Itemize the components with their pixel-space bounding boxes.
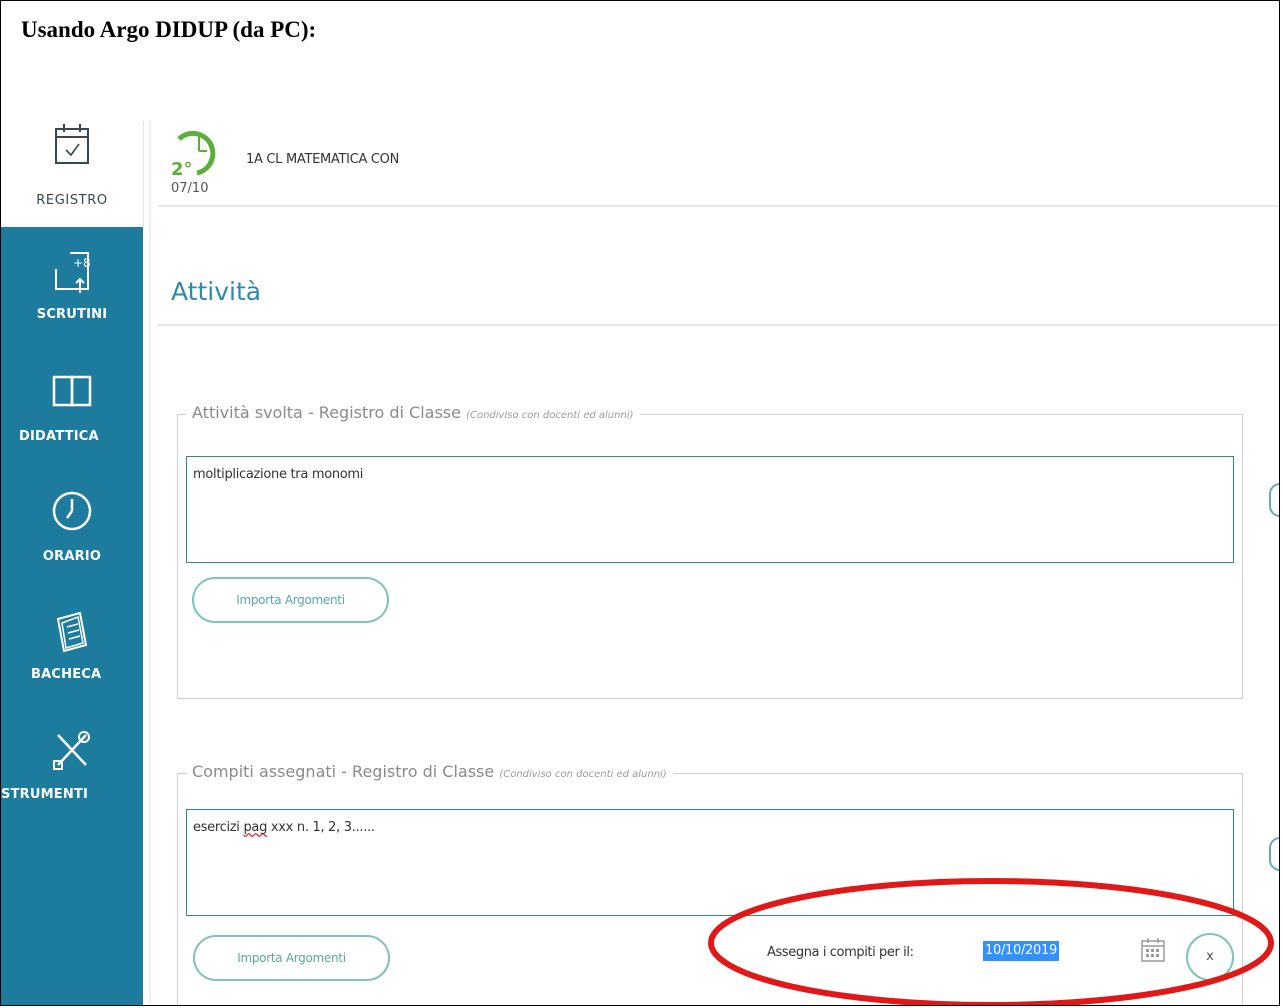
notice-board-icon: [56, 611, 88, 653]
lesson-date: 07/10: [171, 181, 209, 196]
sidebar: +8 SCRUTINI DIDATTICA ORARIO BACHECA STR…: [1, 227, 143, 1005]
section-title: Attività: [171, 277, 262, 306]
activity-legend: Attività svolta - Registro di Classe (Co…: [186, 403, 640, 422]
calendar-check-icon: [55, 124, 89, 164]
content-divider: [149, 121, 151, 1005]
sidebar-item-label: SCRUTINI: [36, 307, 108, 322]
sidebar-item-strumenti[interactable]: STRUMENTI: [1, 727, 143, 802]
grades-plus-icon: +8: [55, 252, 91, 293]
document-frame: Usando Argo DIDUP (da PC): REGISTRO +8 S…: [0, 0, 1280, 1006]
activity-textarea[interactable]: moltiplicazione tra monomi: [186, 456, 1234, 563]
clock-icon: [52, 491, 92, 531]
sidebar-item-label: ORARIO: [42, 549, 102, 564]
sidebar-item-label: DIDATTICA: [19, 429, 99, 444]
sidebar-item-bacheca[interactable]: BACHECA: [1, 609, 143, 682]
svg-text:2°: 2°: [171, 159, 193, 180]
section-divider: [158, 324, 1279, 326]
sidebar-item-label: REGISTRO: [36, 193, 108, 208]
tools-icon: [53, 731, 90, 770]
highlight-ellipse: [708, 878, 1274, 1005]
document-heading: Usando Argo DIDUP (da PC):: [21, 17, 317, 42]
book-icon: [52, 375, 92, 407]
sidebar-item-orario[interactable]: ORARIO: [1, 489, 143, 564]
sidebar-item-label: BACHECA: [31, 667, 102, 682]
lesson-hour-clock-icon: 2°: [171, 130, 216, 180]
import-topics-button[interactable]: Importa Argomenti: [193, 935, 390, 981]
sidebar-item-label: STRUMENTI: [1, 787, 88, 802]
svg-text:+8: +8: [73, 256, 91, 270]
sidebar-item-scrutini[interactable]: +8 SCRUTINI: [1, 249, 143, 322]
edge-action-button[interactable]: [1269, 483, 1279, 517]
header-divider: [158, 205, 1279, 207]
import-topics-button[interactable]: Importa Argomenti: [192, 577, 389, 623]
homework-legend: Compiti assegnati - Registro di Classe (…: [186, 762, 673, 781]
sidebar-header: REGISTRO: [1, 121, 144, 227]
lesson-title[interactable]: 1A CL MATEMATICA CON: [246, 152, 399, 167]
edge-action-button[interactable]: [1269, 837, 1279, 871]
sidebar-item-didattica[interactable]: DIDATTICA: [1, 371, 143, 444]
sidebar-item-registro[interactable]: REGISTRO: [1, 121, 143, 208]
